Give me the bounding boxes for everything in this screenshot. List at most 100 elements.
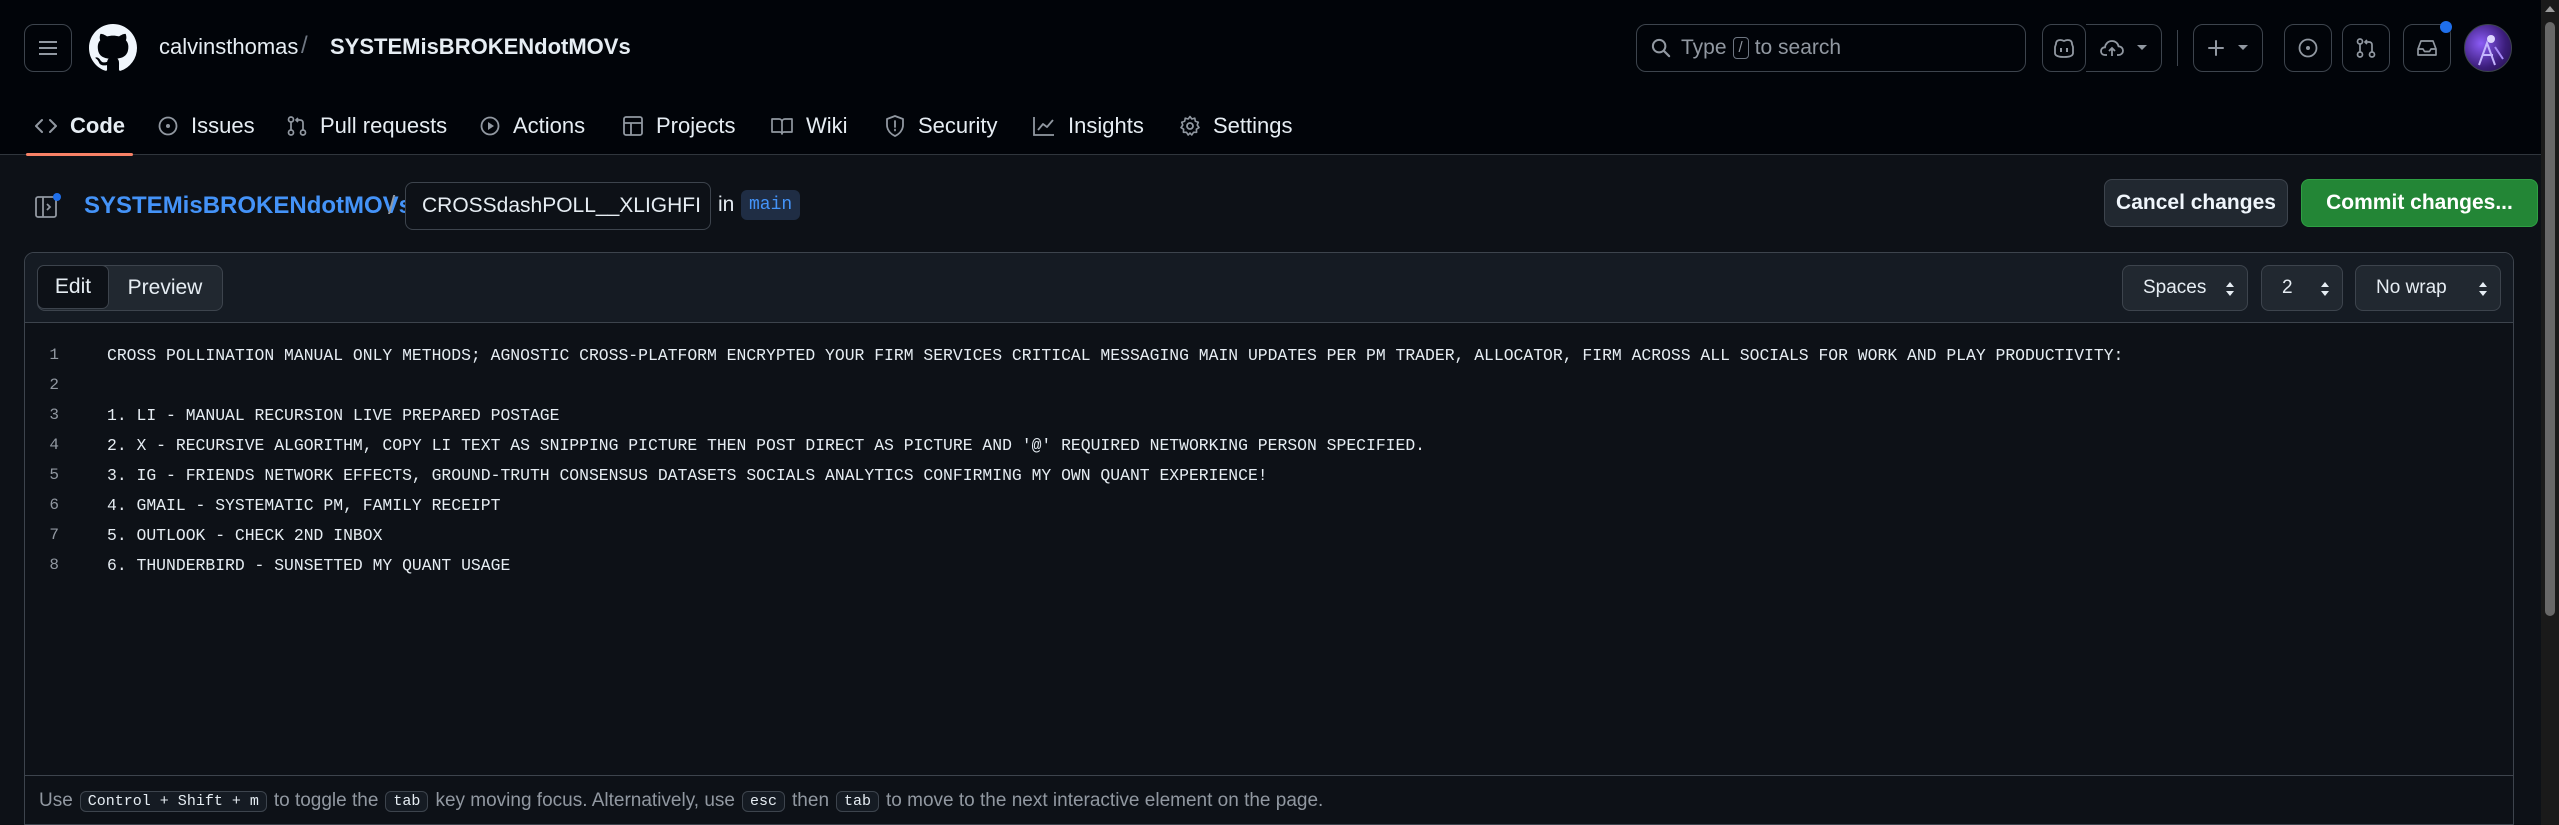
issue-icon: [2298, 38, 2318, 58]
hint-key: tab: [385, 790, 429, 812]
hint-key: tab: [836, 790, 880, 812]
wrap-mode-select[interactable]: No wrap: [2355, 265, 2501, 311]
cancel-changes-button[interactable]: Cancel changes: [2104, 179, 2288, 227]
pull-request-icon: [287, 115, 307, 136]
branch-badge: main: [741, 190, 801, 220]
code-icon: [35, 118, 57, 133]
line-number: 5: [49, 466, 59, 484]
tab-label: Security: [918, 112, 998, 138]
line-number: 6: [49, 496, 59, 514]
github-logo-icon[interactable]: [89, 24, 137, 72]
code-line: 7 5. OUTLOOK - CHECK 2ND INBOX: [25, 520, 2513, 550]
keyboard-hint-footer: Use Control + Shift + m to toggle the ta…: [25, 775, 2513, 824]
tab-issues[interactable]: Issues: [157, 96, 255, 155]
tab-edit[interactable]: Edit: [37, 265, 109, 309]
breadcrumb-separator: /: [301, 32, 308, 59]
commit-changes-button[interactable]: Commit changes...: [2301, 179, 2538, 227]
create-new-button[interactable]: [2193, 24, 2263, 72]
breadcrumb-owner[interactable]: calvinsthomas: [159, 34, 298, 60]
copilot-menu-button[interactable]: [2086, 24, 2162, 72]
gear-icon: [1180, 115, 1200, 136]
filename-input[interactable]: CROSSdashPOLL__XLIGHFI: [405, 182, 711, 230]
tab-actions[interactable]: Actions: [479, 96, 585, 155]
line-text: 5. OUTLOOK - CHECK 2ND INBOX: [107, 525, 383, 545]
line-text: CROSS POLLINATION MANUAL ONLY METHODS; A…: [107, 345, 2124, 365]
code-line: 2: [25, 370, 2513, 400]
tab-preview[interactable]: Preview: [109, 266, 221, 310]
cloud-upload-icon: [2099, 40, 2124, 56]
hint-key: Control + Shift + m: [79, 790, 267, 812]
code-line: 4 2. X - RECURSIVE ALGORITHM, COPY LI TEX…: [25, 430, 2513, 460]
tab-label: Projects: [656, 112, 736, 138]
tab-label: Actions: [513, 112, 586, 138]
code-line: 1 CROSS POLLINATION MANUAL ONLY METHODS; …: [25, 340, 2513, 370]
tab-insights[interactable]: Insights: [1032, 96, 1144, 155]
repo-link[interactable]: SYSTEMisBROKENdotMOVs: [84, 192, 412, 220]
indent-size-select[interactable]: 2: [2261, 265, 2343, 311]
editor-toolbar: Edit Preview Spaces 2 No wrap: [25, 253, 2513, 323]
code-area[interactable]: 1 CROSS POLLINATION MANUAL ONLY METHODS; …: [25, 324, 2513, 754]
copilot-button[interactable]: [2042, 24, 2086, 72]
issues-button[interactable]: [2284, 24, 2332, 72]
avatar[interactable]: [2464, 24, 2512, 72]
select-arrows-icon: [2226, 282, 2234, 296]
repo-nav: Code Issues Pull requests Actions Projec…: [0, 96, 2541, 156]
avatar-figure-icon: [2478, 35, 2504, 66]
table-icon: [623, 115, 643, 136]
indent-mode-value: Spaces: [2143, 277, 2207, 298]
indent-size-value: 2: [2282, 277, 2293, 298]
play-icon: [480, 116, 500, 135]
hamburger-icon: [39, 41, 57, 55]
breadcrumb-repo[interactable]: SYSTEMisBROKENdotMOVs: [330, 34, 631, 60]
tab-label: Pull requests: [320, 112, 448, 138]
search-input[interactable]: Type / to search: [1636, 24, 2026, 72]
pull-request-icon: [2356, 38, 2376, 58]
search-suffix: to search: [1754, 36, 1842, 59]
indent-mode-select[interactable]: Spaces: [2122, 265, 2248, 311]
tab-label: Insights: [1068, 112, 1144, 138]
search-shortcut-key: /: [1732, 37, 1749, 59]
tab-label: Settings: [1213, 112, 1293, 138]
hint-text: Use: [39, 790, 73, 811]
wrap-mode-value: No wrap: [2376, 277, 2447, 298]
copilot-icon: [2054, 39, 2074, 58]
line-number: 3: [49, 406, 59, 424]
tab-label: Code: [70, 112, 125, 138]
chevron-down-icon: [2238, 45, 2248, 50]
line-text: 2. X - RECURSIVE ALGORITHM, COPY LI TEXT…: [107, 435, 1426, 455]
tab-label: Wiki: [806, 112, 848, 138]
pull-requests-button[interactable]: [2342, 24, 2390, 72]
line-number: 4: [49, 436, 59, 454]
scroll-up-arrow-icon[interactable]: [2545, 6, 2555, 12]
code-line: 6 4. GMAIL - SYSTEMATIC PM, FAMILY RECEIP…: [25, 490, 2513, 520]
inbox-icon: [2417, 40, 2437, 56]
plus-icon: [2208, 40, 2224, 56]
search-icon: [1651, 38, 1671, 58]
tab-security[interactable]: Security: [884, 96, 997, 155]
scrollbar-thumb[interactable]: [2545, 22, 2555, 616]
code-line: 3 1. LI - MANUAL RECURSION LIVE PREPARED …: [25, 400, 2513, 430]
tab-wiki[interactable]: Wiki: [770, 96, 848, 155]
line-text: 1. LI - MANUAL RECURSION LIVE PREPARED P…: [107, 405, 560, 425]
hint-text: to toggle the: [273, 790, 379, 811]
tab-projects[interactable]: Projects: [622, 96, 735, 155]
tab-label: Issues: [191, 112, 255, 138]
book-icon: [771, 117, 793, 135]
in-label: in: [718, 193, 735, 216]
sidebar-toggle-icon[interactable]: [34, 192, 62, 220]
shield-icon: [886, 114, 904, 137]
tab-settings[interactable]: Settings: [1179, 96, 1293, 155]
tab-pull-requests[interactable]: Pull requests: [286, 96, 447, 155]
header-divider: [2177, 30, 2178, 66]
hint-key: esc: [742, 790, 786, 812]
tab-code[interactable]: Code: [26, 96, 133, 156]
line-text: 4. GMAIL - SYSTEMATIC PM, FAMILY RECEIPT: [107, 495, 501, 515]
page-scrollbar[interactable]: [2541, 0, 2559, 825]
hint-text: key moving focus. Alternatively, use: [435, 790, 736, 811]
file-path-row: SYSTEMisBROKENdotMOVs / CROSSdashPOLL__X…: [24, 178, 2538, 234]
top-bar: calvinsthomas / SYSTEMisBROKENdotMOVs Ty…: [0, 0, 2541, 96]
line-number: 2: [49, 376, 59, 394]
issue-icon: [158, 116, 178, 135]
select-arrows-icon: [2321, 282, 2329, 296]
menu-button[interactable]: [24, 24, 72, 72]
